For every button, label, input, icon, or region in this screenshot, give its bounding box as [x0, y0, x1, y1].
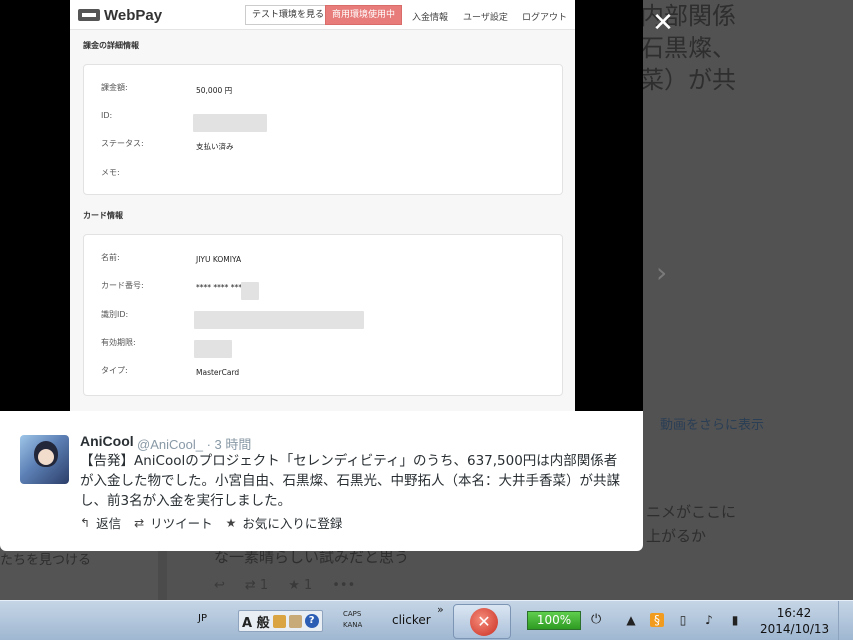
find-friends-link[interactable]: たちを見つける [0, 549, 91, 568]
reply-icon[interactable]: ↩ [214, 578, 225, 593]
favorite-count[interactable]: ★ 1 [288, 578, 312, 593]
nav-logout: ログアウト [522, 13, 568, 23]
tweet-text: 【告発】AniCoolのプロジェクト「セレンディビティ」のうち、637,500円… [80, 453, 620, 509]
media-viewer: WebPay テスト環境を見る 商用環境使用中 入金情報 ユーザ設定 ログアウト… [0, 0, 643, 411]
background-tweet-actions: ↩ ⇄ 1 ★ 1 ••• [214, 578, 355, 593]
caps-label: CAPS [343, 610, 362, 618]
clicker-toolbar-label[interactable]: clicker [392, 613, 431, 627]
toolbar-overflow-icon[interactable]: » [437, 603, 444, 616]
more-icon[interactable]: ••• [332, 578, 355, 593]
clock-date: 2014/10/13 [760, 622, 830, 636]
tweet-handle[interactable]: @AniCool_ [137, 437, 203, 452]
webpay-logo: WebPay [78, 6, 162, 24]
redacted-value [241, 282, 259, 300]
background-body-text: ニメがここに 上がるか [646, 500, 736, 548]
nav-user-settings: ユーザ設定 [463, 13, 508, 23]
reply-button[interactable]: ↰ 返信 [80, 513, 121, 532]
tray-expand-icon[interactable]: ▲ [624, 613, 638, 627]
charge-field-value: 50,000 円 [196, 86, 233, 95]
system-tray: ▲ § ▯ ♪ ▮ [624, 613, 742, 627]
webpay-header: WebPay テスト環境を見る 商用環境使用中 入金情報 ユーザ設定 ログアウト [70, 0, 575, 30]
battery-indicator[interactable]: 100% [527, 611, 581, 630]
redacted-value [194, 340, 232, 358]
ime-tools-icon[interactable] [288, 614, 302, 628]
charge-field-label: 課金額: [101, 83, 128, 92]
tweet-panel: AniCool @AniCool_ · 3 時間 【告発】AniCoolのプロジ… [0, 411, 643, 551]
star-icon: ★ [225, 515, 237, 530]
card-field-label: 有効期限: [101, 338, 136, 347]
webpay-logo-icon [78, 9, 100, 21]
webpay-logo-text: WebPay [104, 6, 163, 24]
ime-toolbar[interactable]: A 般 ? [238, 610, 323, 632]
power-plug-icon[interactable]: ⏻ [591, 612, 601, 627]
retweet-button[interactable]: ⇄ リツイート [134, 513, 213, 532]
charge-details-card: 課金額: 50,000 円 ID: ステータス: 支払い済み メモ: [83, 64, 563, 195]
clock[interactable]: 16:42 2014/10/13 [760, 605, 830, 637]
card-field-label: カード番号: [101, 281, 144, 290]
production-environment-badge: 商用環境使用中 [325, 5, 403, 25]
clock-time: 16:42 [776, 606, 812, 620]
app-icon: ✕ [470, 608, 498, 636]
help-icon[interactable]: ? [304, 614, 319, 628]
retweet-label: リツイート [150, 516, 213, 531]
more-videos-link[interactable]: 動画をさらに表示 [660, 414, 764, 433]
card-field-label: 名前: [101, 253, 120, 262]
close-icon[interactable]: ✕ [650, 10, 676, 36]
charge-field-label: ステータス: [101, 139, 144, 148]
kana-label: KANA [343, 621, 363, 629]
caps-kana-indicator: CAPS KANA [343, 609, 362, 631]
taskbar-app-button[interactable]: ✕ [453, 604, 511, 639]
chevron-right-icon[interactable]: › [656, 256, 667, 289]
card-section-title: カード情報 [83, 211, 123, 220]
retweet-count[interactable]: ⇄ 1 [245, 578, 268, 593]
redacted-value [193, 114, 267, 132]
ime-mode[interactable]: A 般 [242, 612, 270, 631]
tray-app-icon[interactable]: § [650, 613, 664, 627]
charge-section-title: 課金の詳細情報 [83, 41, 139, 50]
card-info-card: 名前: JIYU KOMIYA カード番号: **** **** **** 識別… [83, 234, 563, 396]
tweet-author-name[interactable]: AniCool [80, 433, 134, 449]
card-field-label: 識別ID: [101, 310, 129, 319]
charge-field-label: ID: [101, 111, 113, 120]
tweet-timestamp[interactable]: · 3 時間 [207, 437, 252, 452]
tweet-actions: ↰ 返信 ⇄ リツイート ★ お気に入りに登録 [80, 513, 355, 532]
body-line: 上がるか [646, 527, 707, 545]
test-environment-button: テスト環境を見る [245, 5, 332, 25]
charge-field-value: 支払い済み [196, 142, 234, 151]
webpay-screenshot: WebPay テスト環境を見る 商用環境使用中 入金情報 ユーザ設定 ログアウト… [70, 0, 575, 411]
ime-dictionary-icon[interactable] [272, 614, 286, 628]
headline-line: 菜）が共 [640, 66, 736, 94]
card-field-value: JIYU KOMIYA [196, 255, 242, 264]
card-field-value: MasterCard [196, 368, 240, 377]
nav-deposit-info: 入金情報 [412, 13, 449, 23]
retweet-icon: ⇄ [134, 515, 145, 530]
redacted-value [194, 311, 364, 329]
favorite-label: お気に入りに登録 [242, 516, 343, 531]
language-indicator[interactable]: JP [198, 613, 207, 624]
network-icon[interactable]: ▮ [728, 613, 742, 627]
avatar[interactable] [20, 435, 69, 484]
volume-icon[interactable]: ♪ [702, 613, 716, 627]
charge-field-label: メモ: [101, 168, 120, 177]
favorite-button[interactable]: ★ お気に入りに登録 [226, 513, 343, 532]
card-field-value: **** **** **** [196, 283, 246, 292]
taskbar: JP A 般 ? CAPS KANA clicker » ✕ 100% ⏻ ▲ … [0, 600, 853, 640]
show-desktop-button[interactable] [838, 601, 853, 640]
device-icon[interactable]: ▯ [676, 613, 690, 627]
reply-icon: ↰ [80, 515, 91, 530]
card-field-label: タイプ: [101, 366, 128, 375]
reply-label: 返信 [96, 516, 122, 531]
body-line: ニメがここに [646, 503, 737, 521]
